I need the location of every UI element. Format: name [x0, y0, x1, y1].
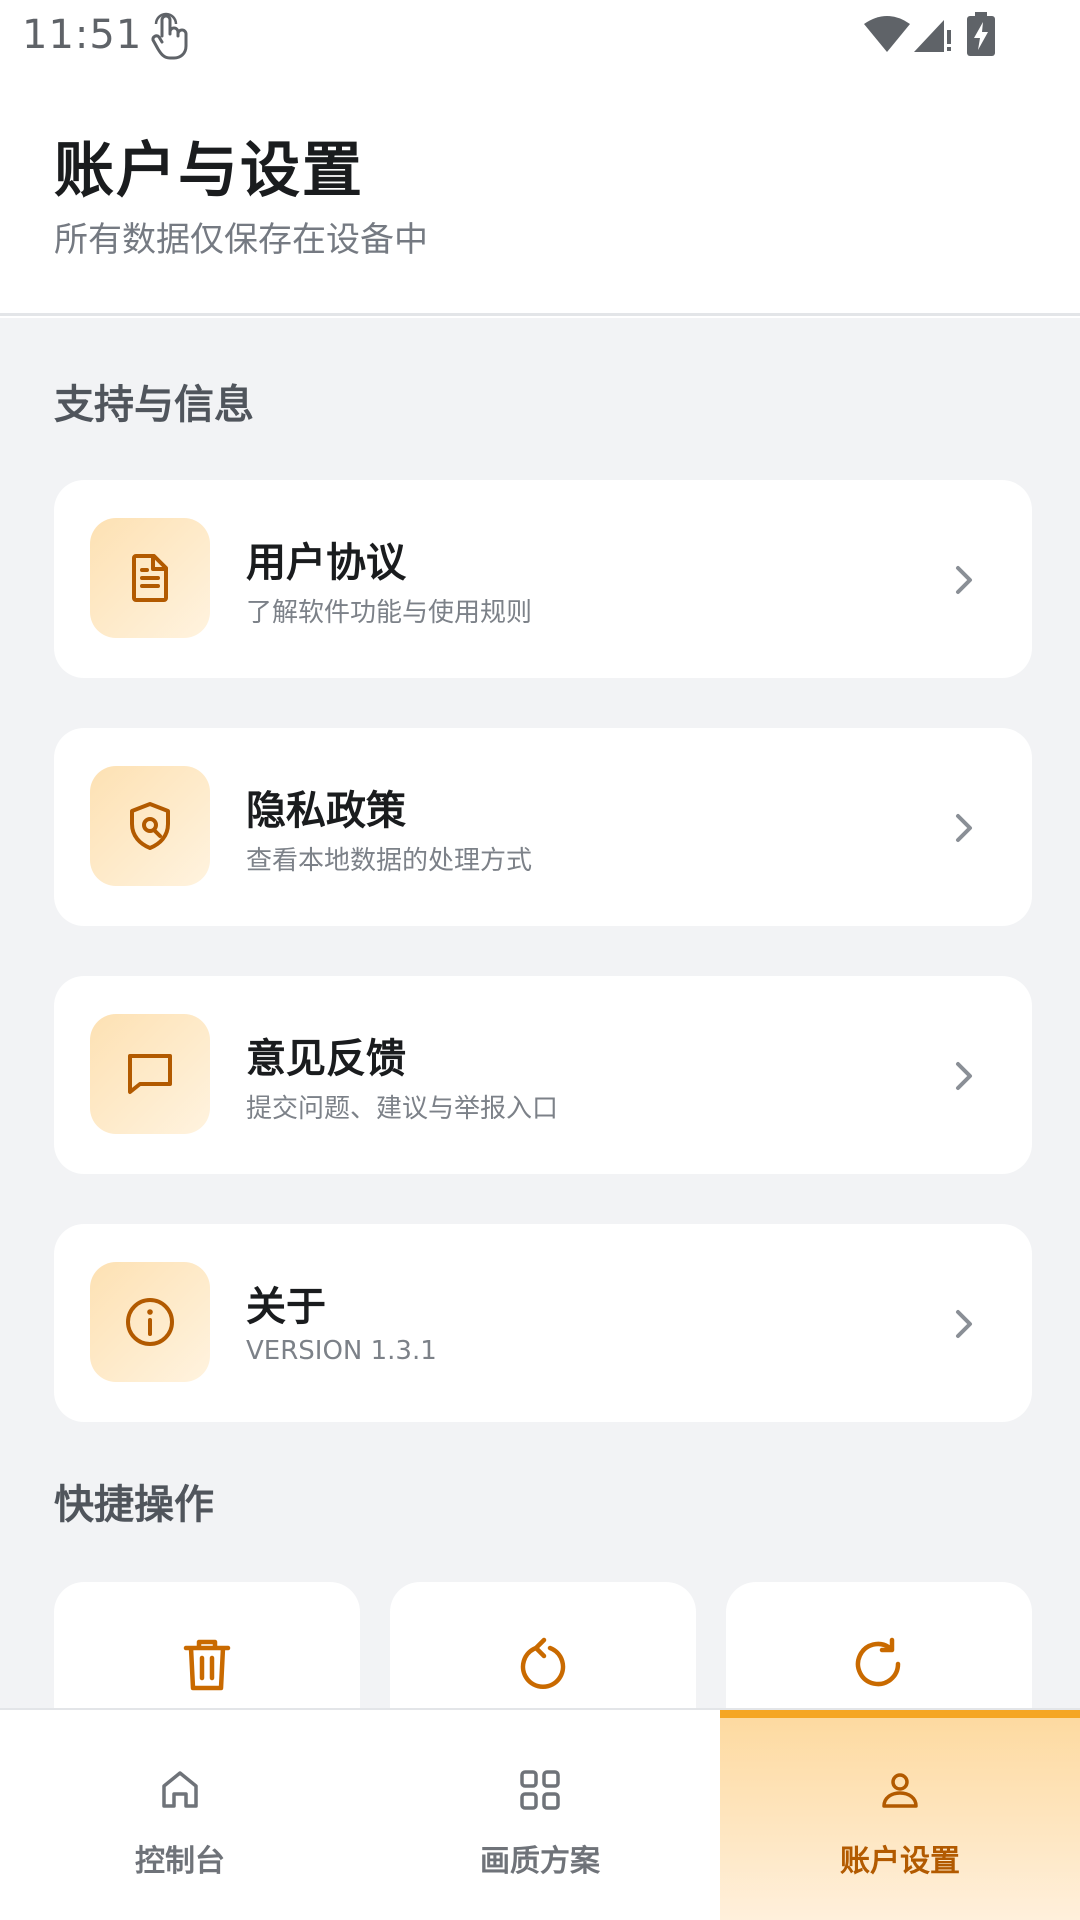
nav-label: 画质方案	[480, 1844, 600, 1879]
document-icon	[132, 554, 168, 602]
chevron-right-icon	[956, 566, 972, 594]
card-title: 用户协议	[246, 540, 406, 586]
message-icon	[128, 1054, 172, 1094]
shield-icon	[130, 802, 170, 850]
nav-item-dashboard[interactable]: 控制台	[0, 1710, 360, 1920]
touch-icon	[151, 12, 188, 60]
nav-item-quality[interactable]: 画质方案	[360, 1710, 720, 1920]
refresh-icon	[855, 1637, 901, 1687]
battery-icon	[967, 12, 995, 56]
signal-icon	[914, 20, 951, 52]
page-subtitle: 所有数据仅保存在设备中	[54, 220, 428, 260]
card-user-agreement[interactable]: 用户协议 了解软件功能与使用规则	[54, 480, 1032, 678]
nav-item-account[interactable]: 账户设置	[720, 1710, 1080, 1920]
card-title: 隐私政策	[246, 788, 406, 834]
main-content[interactable]: 支持与信息 用户协议 了解软件功能与使用规则 隐私政策 查看本地数据的处理方式	[0, 318, 1080, 1708]
card-desc: VERSION 1.3.1	[246, 1336, 437, 1366]
card-desc: 提交问题、建议与举报入口	[246, 1094, 559, 1124]
page-header: 账户与设置 所有数据仅保存在设备中	[0, 72, 1080, 316]
card-title: 关于	[246, 1284, 326, 1330]
section-title-support: 支持与信息	[54, 382, 254, 428]
card-icon-box	[90, 518, 210, 638]
status-time: 11:51	[22, 12, 143, 58]
quick-action-clear[interactable]	[54, 1582, 360, 1708]
nav-label: 账户设置	[840, 1844, 960, 1879]
wifi-icon	[864, 16, 910, 52]
card-privacy-policy[interactable]: 隐私政策 查看本地数据的处理方式	[54, 728, 1032, 926]
home-icon	[162, 1771, 198, 1808]
card-icon-box	[90, 766, 210, 886]
quick-action-rotate[interactable]	[390, 1582, 696, 1708]
user-icon	[882, 1773, 918, 1808]
card-title: 意见反馈	[246, 1036, 406, 1082]
card-icon-box	[90, 1262, 210, 1382]
bottom-nav: 控制台 画质方案 账户设置	[0, 1708, 1080, 1920]
grid-icon	[520, 1770, 560, 1810]
card-icon-box	[90, 1014, 210, 1134]
card-about[interactable]: 关于 VERSION 1.3.1	[54, 1224, 1032, 1422]
card-desc: 了解软件功能与使用规则	[246, 598, 533, 628]
section-title-quick: 快捷操作	[54, 1482, 214, 1528]
card-desc: 查看本地数据的处理方式	[246, 846, 533, 876]
chevron-right-icon	[956, 1062, 972, 1090]
status-bar: 11:51	[0, 0, 1080, 72]
card-feedback[interactable]: 意见反馈 提交问题、建议与举报入口	[54, 976, 1032, 1174]
page-title: 账户与设置	[54, 136, 364, 206]
rotate-icon	[520, 1637, 566, 1689]
info-icon	[126, 1298, 174, 1346]
quick-action-refresh[interactable]	[726, 1582, 1032, 1708]
nav-label: 控制台	[135, 1844, 225, 1879]
trash-icon	[183, 1639, 231, 1691]
chevron-right-icon	[956, 814, 972, 842]
chevron-right-icon	[956, 1310, 972, 1338]
